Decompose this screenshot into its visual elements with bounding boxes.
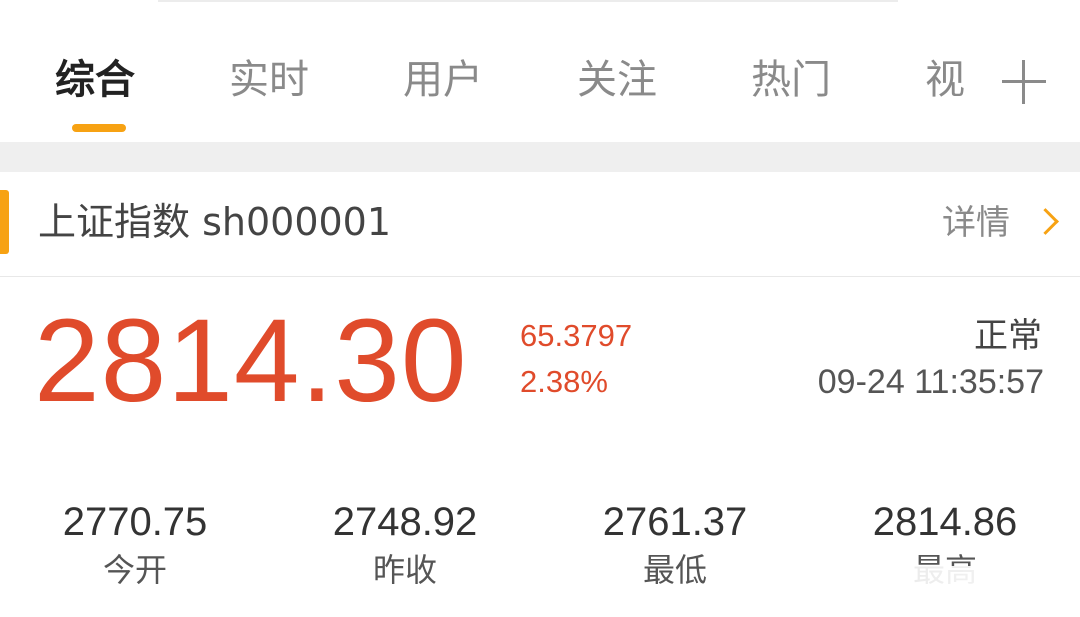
stat-value: 2748.92 (332, 500, 478, 544)
tab-users[interactable]: 用户 (403, 50, 483, 110)
stat-value: 2761.37 (602, 500, 748, 544)
stat-value: 2770.75 (62, 500, 208, 544)
stat-value: 2814.86 (872, 500, 1018, 544)
stock-name: 上证指数 sh000001 (38, 200, 392, 244)
stat-prev-close: 2748.92 昨收 (295, 496, 515, 592)
stat-label: 昨收 (372, 551, 437, 589)
price-change-percent: 2.38% (520, 364, 608, 399)
watermark-overlay (720, 566, 1060, 610)
tab-realtime[interactable]: 实时 (229, 50, 309, 110)
current-price: 2814.30 (34, 295, 468, 427)
quote-time: 09-24 11:35:57 (817, 363, 1044, 401)
price-change: 65.3797 (520, 318, 633, 353)
plus-icon[interactable] (1002, 60, 1046, 104)
stat-label: 今开 (102, 551, 167, 589)
tab-follow[interactable]: 关注 (577, 50, 657, 110)
market-status: 正常 (974, 316, 1042, 356)
active-tab-indicator (72, 124, 126, 132)
accent-bar (0, 190, 9, 254)
tab-hot[interactable]: 热门 (751, 50, 831, 110)
tab-video[interactable]: 视 (925, 50, 965, 110)
stat-open: 2770.75 今开 (25, 496, 245, 592)
chevron-right-icon[interactable] (1032, 208, 1059, 235)
detail-link[interactable]: 详情 (942, 198, 1010, 248)
stock-header: 上证指数 sh000001 详情 (0, 172, 1080, 276)
section-divider (0, 142, 1080, 172)
tab-bar: 综合 实时 用户 关注 热门 视 (0, 0, 1080, 142)
tab-comprehensive[interactable]: 综合 (55, 50, 135, 110)
header-separator (0, 276, 1080, 277)
